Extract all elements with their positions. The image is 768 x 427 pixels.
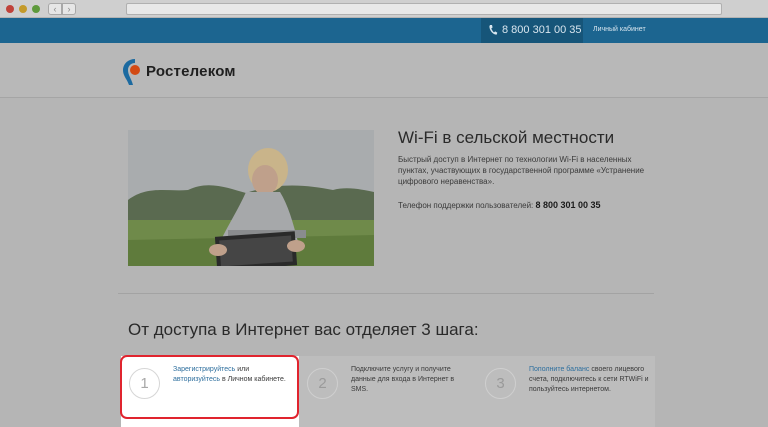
top-bar (0, 18, 768, 43)
rostelecom-logo-icon[interactable] (120, 57, 142, 87)
web-page: 8 800 301 00 35 Личный кабинет Ростелеко… (0, 18, 768, 427)
address-bar[interactable] (126, 3, 722, 15)
top-up-balance-link[interactable]: Пополните баланс (529, 366, 589, 373)
phone-icon (489, 25, 498, 35)
highlight-frame (120, 355, 299, 419)
header-phone[interactable]: 8 800 301 00 35 (502, 24, 582, 36)
personal-cabinet-link[interactable]: Личный кабинет (593, 26, 646, 33)
minimize-window-button[interactable] (19, 5, 27, 13)
step-number-3: 3 (485, 368, 516, 399)
back-button[interactable]: ‹ (48, 3, 62, 15)
hero-description: Быстрый доступ в Интернет по технологии … (398, 155, 645, 186)
step-card-2: 2 Подключите услугу и получите данные дл… (299, 356, 477, 427)
site-header (0, 43, 768, 98)
steps-title: От доступа в Интернет вас отделяет 3 шаг… (128, 320, 479, 339)
step-number-2: 2 (307, 368, 338, 399)
chevron-right-icon: › (67, 4, 71, 14)
hero-title: Wi-Fi в сельской местности (398, 128, 615, 147)
hero-image (128, 130, 374, 266)
step-text-2: Подключите услугу и получите данные для … (351, 366, 455, 393)
support-phone-line: Телефон поддержки пользователей: 8 800 3… (398, 200, 601, 210)
step-text-3: Пополните баланс своего лицевого счета, … (529, 365, 649, 395)
browser-toolbar: ‹ › (0, 0, 768, 18)
step-card-3: 3 Пополните баланс своего лицевого счета… (477, 356, 655, 427)
logo-text[interactable]: Ростелеком (146, 63, 236, 80)
close-window-button[interactable] (6, 5, 14, 13)
maximize-window-button[interactable] (32, 5, 40, 13)
chevron-left-icon: ‹ (53, 4, 57, 14)
section-divider (118, 293, 654, 294)
support-label: Телефон поддержки пользователей: (398, 201, 534, 210)
forward-button[interactable]: › (62, 3, 76, 15)
support-phone: 8 800 301 00 35 (535, 200, 601, 210)
